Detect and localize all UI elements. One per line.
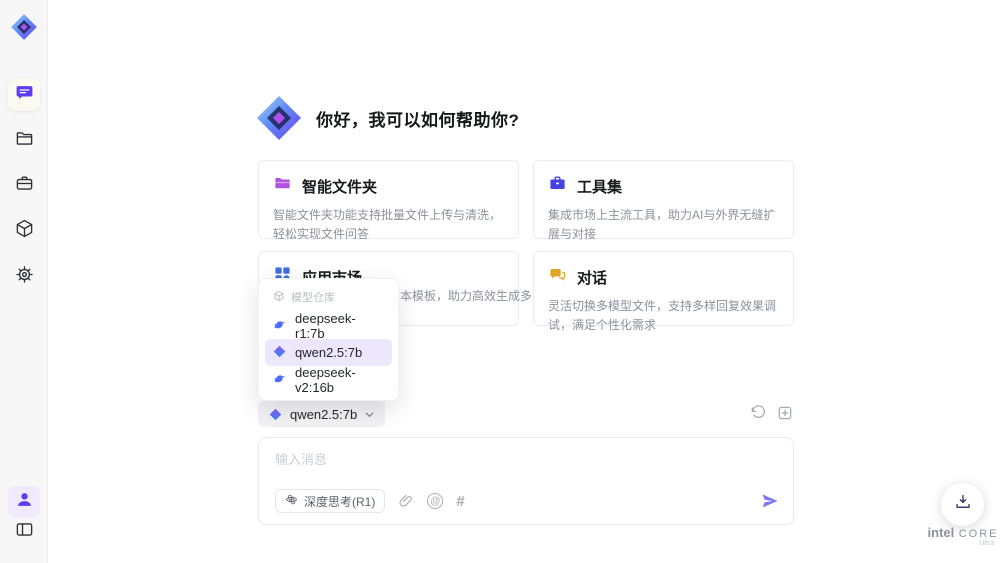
- card-title: 对话: [577, 269, 608, 287]
- card-description: 智能文件夹功能支持批量文件上传与清洗，轻松实现文件问答: [273, 208, 502, 241]
- ultra-logo-text: ultra: [979, 540, 994, 547]
- sidebar-item-settings[interactable]: [8, 261, 40, 293]
- greeting-title: 你好，我可以如何帮助你?: [316, 110, 520, 130]
- download-icon: [954, 493, 972, 516]
- cube-icon: [15, 219, 34, 243]
- chevron-down-icon: [365, 412, 374, 417]
- model-option-label: qwen2.5:7b: [295, 345, 363, 360]
- briefcase-icon: [548, 174, 567, 198]
- sidebar: [0, 0, 48, 563]
- model-option-label: deepseek-v2:16b: [295, 364, 356, 395]
- deepseek-whale-icon: [272, 317, 287, 335]
- composer-toolbar: 深度思考(R1) @ #: [275, 489, 780, 513]
- new-chat-icon[interactable]: [777, 405, 793, 421]
- card-smart-folder[interactable]: 智能文件夹 智能文件夹功能支持批量文件上传与清洗，轻松实现文件问答: [258, 160, 519, 241]
- qwen-icon: [269, 408, 282, 420]
- chat-icon: [15, 83, 34, 107]
- app-logo-icon: [10, 13, 38, 41]
- intel-logo-text: intel: [927, 525, 955, 540]
- toolbox-icon: [15, 174, 34, 198]
- dialog-icon: [548, 265, 567, 289]
- model-selector[interactable]: qwen2.5:7b: [258, 401, 386, 427]
- model-option-deepseek-r1[interactable]: deepseek-r1:7b: [265, 310, 392, 341]
- model-dropdown-header: 模型仓库: [265, 287, 392, 312]
- atom-icon: [285, 493, 298, 509]
- deep-think-toggle[interactable]: 深度思考(R1): [275, 489, 386, 513]
- history-icon[interactable]: [750, 405, 766, 421]
- sidebar-item-tools[interactable]: [8, 170, 40, 202]
- panel-icon: [15, 520, 34, 544]
- repo-icon: [273, 290, 285, 305]
- app-window: 你好，我可以如何帮助你? 智能文件夹 智能文件夹功能支持批量文件上传与清洗，轻松…: [0, 0, 1000, 563]
- send-icon[interactable]: [760, 491, 780, 511]
- hash-icon[interactable]: #: [456, 493, 464, 510]
- card-title: 智能文件夹: [302, 178, 378, 196]
- model-dropdown-header-label: 模型仓库: [291, 292, 335, 304]
- sidebar-item-chat[interactable]: [8, 79, 40, 111]
- card-title: 工具集: [577, 178, 623, 196]
- model-option-qwen[interactable]: qwen2.5:7b: [265, 339, 392, 366]
- message-composer[interactable]: 输入消息 深度思考(R1) @ #: [258, 437, 794, 525]
- model-dropdown: 模型仓库 deepseek-r1:7b qwen2.5:7b deepseek-…: [258, 278, 399, 401]
- deepseek-whale-icon: [272, 371, 287, 389]
- model-option-label: deepseek-r1:7b: [295, 310, 356, 341]
- card-dialog[interactable]: 对话 灵活切换多模型文件，支持多样回复效果调试，满足个性化需求: [533, 251, 794, 332]
- sidebar-item-apps[interactable]: [8, 215, 40, 247]
- composer-placeholder: 输入消息: [275, 452, 328, 467]
- card-description: 集成市场上主流工具，助力AI与外界无缝扩展与对接: [548, 208, 776, 241]
- mention-icon[interactable]: @: [427, 493, 444, 509]
- folder-icon: [15, 129, 34, 153]
- greeting: 你好，我可以如何帮助你?: [255, 94, 519, 142]
- model-selector-value: qwen2.5:7b: [290, 406, 358, 422]
- qwen-icon: [272, 344, 287, 362]
- core-logo-text: core: [958, 528, 999, 540]
- folder-icon: [273, 174, 292, 198]
- deep-think-label: 深度思考(R1): [304, 494, 376, 509]
- user-icon: [15, 490, 34, 514]
- card-toolset[interactable]: 工具集 集成市场上主流工具，助力AI与外界无缝扩展与对接: [533, 160, 794, 241]
- attachment-icon[interactable]: [398, 493, 414, 509]
- card-description-fragment: 本模板，助力高效生成多: [400, 289, 533, 303]
- sidebar-item-folders[interactable]: [8, 125, 40, 157]
- sidebar-collapse-button[interactable]: [8, 516, 40, 548]
- intel-core-badge: intel core ultra: [922, 524, 1000, 547]
- model-option-deepseek-v2[interactable]: deepseek-v2:16b: [265, 364, 392, 395]
- sidebar-item-account[interactable]: [8, 486, 40, 518]
- settings-icon: [15, 265, 34, 289]
- download-button[interactable]: [941, 483, 984, 526]
- card-description: 灵活切换多模型文件，支持多样回复效果调试，满足个性化需求: [548, 299, 777, 332]
- chat-toolbar: [750, 405, 793, 421]
- assistant-logo-icon: [255, 94, 303, 142]
